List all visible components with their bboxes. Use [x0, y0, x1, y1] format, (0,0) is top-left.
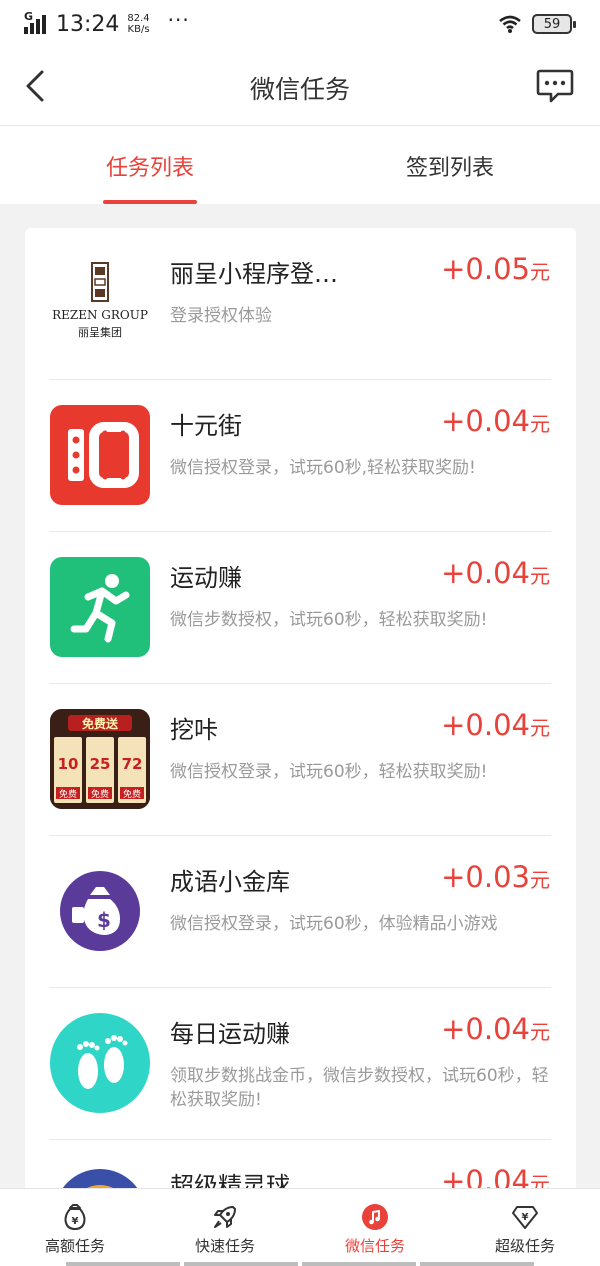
task-reward: +0.04元 [441, 556, 550, 590]
nav-high-reward-tasks[interactable]: ¥ 高额任务 [0, 1189, 150, 1266]
lizhen-brand-text: REZEN GROUP [52, 308, 148, 322]
running-man-icon [70, 574, 130, 643]
status-bar: G 13:24 82.4 KB/s ··· 59 [0, 0, 600, 48]
tab-bar: 任务列表 签到列表 [0, 126, 600, 204]
tab-task-list[interactable]: 任务列表 [0, 126, 300, 204]
task-reward: +0.04元 [441, 708, 550, 742]
task-reward: +0.03元 [441, 860, 550, 894]
message-button[interactable] [536, 68, 574, 104]
reward-unit: 元 [530, 412, 550, 436]
page-title: 微信任务 [249, 75, 350, 104]
task-desc: 微信授权登录，试玩60秒，体验精品小游戏 [170, 914, 498, 934]
shiyuanjie-logo [50, 405, 150, 505]
lizhen-logo: REZEN GROUP 丽呈集团 [50, 253, 150, 353]
net-speed: 82.4 KB/s [127, 13, 149, 35]
runner-logo [50, 557, 150, 657]
chengyu-logo: $ [50, 861, 150, 961]
task-name: 丽呈小程序登… [170, 260, 338, 288]
task-item-shiyuanjie[interactable]: 十元街 +0.04元 微信授权登录，试玩60秒,轻松获取奖励! [25, 380, 576, 532]
task-desc: 微信步数授权，试玩60秒，轻松获取奖励! [170, 610, 488, 630]
footprints-logo [50, 1013, 150, 1113]
reward-amount: +0.04 [441, 708, 530, 742]
reward-unit: 元 [530, 1020, 550, 1044]
nav-bar: 微信任务 [0, 48, 600, 126]
nav-label: 超级任务 [494, 1237, 555, 1255]
svg-text:¥: ¥ [522, 1212, 529, 1223]
svg-text:¥: ¥ [72, 1216, 79, 1227]
task-item-meiri-yundong[interactable]: 每日运动赚 +0.04元 领取步数挑战金币，微信步数授权，试玩60秒，轻松获取奖… [25, 988, 576, 1140]
task-reward: +0.04元 [441, 404, 550, 438]
home-indicator [0, 1262, 600, 1266]
task-desc: 微信授权登录，试玩60秒，轻松获取奖励! [170, 762, 488, 782]
lizhen-logo-graphic: REZEN GROUP 丽呈集团 [52, 262, 148, 339]
reward-unit: 元 [530, 260, 550, 284]
waka-logo-graphic: 免费送 10 25 72 免费 免费 免费 [50, 709, 150, 809]
task-item-yundongzhuan[interactable]: 运动赚 +0.04元 微信步数授权，试玩60秒，轻松获取奖励! [25, 532, 576, 684]
rocket-icon [214, 1206, 236, 1228]
nav-label: 高额任务 [44, 1237, 105, 1255]
reward-unit: 元 [530, 564, 550, 588]
battery-level: 59 [543, 16, 561, 32]
chat-bubble-icon [536, 69, 574, 103]
wifi-icon [499, 15, 521, 33]
task-desc: 领取步数挑战金币，微信步数授权，试玩60秒，轻松获取奖励! [170, 1066, 549, 1110]
waka-num-3: 72 [122, 755, 143, 773]
nav-quick-tasks[interactable]: 快速任务 [150, 1189, 300, 1266]
task-reward: +0.04元 [441, 1012, 550, 1046]
tab-checkin-list[interactable]: 签到列表 [300, 126, 600, 204]
reward-unit: 元 [530, 716, 550, 740]
task-item-chengyu[interactable]: $ 成语小金库 +0.03元 微信授权登录，试玩60秒，体验精品小游戏 [25, 836, 576, 988]
task-desc: 登录授权体验 [170, 306, 272, 326]
task-item-lizhen[interactable]: REZEN GROUP 丽呈集团 丽呈小程序登… +0.05元 登录授权体验 [25, 228, 576, 380]
task-name: 成语小金库 [170, 868, 290, 896]
footprints-icon [50, 1013, 150, 1113]
reward-amount: +0.05 [441, 252, 530, 286]
nav-label: 微信任务 [344, 1237, 405, 1255]
task-name: 挖咔 [170, 716, 218, 744]
reward-unit: 元 [530, 868, 550, 892]
nav-label: 快速任务 [194, 1237, 255, 1255]
reward-amount: +0.03 [441, 860, 530, 894]
battery-indicator: 59 [532, 14, 576, 34]
shiyuanjie-logo-graphic [68, 422, 139, 488]
money-bag-icon: ¥ [64, 1204, 86, 1230]
tab-task-list-label: 任务列表 [105, 156, 194, 181]
music-note-icon [362, 1204, 388, 1230]
status-time: 13:24 [56, 11, 120, 37]
task-name: 运动赚 [170, 564, 242, 592]
bottom-nav: ¥ 高额任务 快速任务 微信任务 ¥ 超级任务 [0, 1188, 600, 1266]
waka-free-1: 免费 [59, 788, 77, 800]
waka-free-3: 免费 [123, 788, 141, 800]
net-speed-value: 82.4 [127, 13, 150, 24]
lizhen-sub-text: 丽呈集团 [78, 325, 122, 339]
reward-amount: +0.04 [441, 404, 530, 438]
waka-banner-text: 免费送 [82, 716, 119, 731]
net-speed-unit: KB/s [127, 24, 150, 35]
reward-amount: +0.04 [441, 1012, 530, 1046]
diamond-icon: ¥ [512, 1206, 538, 1229]
task-name: 十元街 [170, 412, 242, 440]
nav-wechat-tasks[interactable]: 微信任务 [300, 1189, 450, 1266]
status-more: ··· [167, 8, 190, 32]
waka-num-1: 10 [58, 755, 79, 773]
task-desc: 微信授权登录，试玩60秒,轻松获取奖励! [170, 458, 476, 478]
task-reward: +0.05元 [441, 252, 550, 286]
tab-active-underline [103, 200, 197, 204]
waka-num-2: 25 [90, 755, 111, 773]
money-bag-hand-icon: $ [60, 871, 140, 951]
reward-amount: +0.04 [441, 556, 530, 590]
svg-text:$: $ [97, 908, 111, 932]
waka-logo: 免费送 10 25 72 免费 免费 免费 [50, 709, 150, 809]
task-item-waka[interactable]: 免费送 10 25 72 免费 免费 免费 挖咔 +0.04元 微信授权登录，试… [25, 684, 576, 836]
task-name: 每日运动赚 [170, 1020, 290, 1048]
signal-icon: G [24, 10, 46, 34]
nav-super-tasks[interactable]: ¥ 超级任务 [450, 1189, 600, 1266]
task-list: REZEN GROUP 丽呈集团 丽呈小程序登… +0.05元 登录授权体验 十… [25, 228, 576, 1228]
network-type: G [24, 10, 34, 23]
waka-free-2: 免费 [91, 788, 109, 800]
tab-checkin-list-label: 签到列表 [405, 156, 494, 181]
